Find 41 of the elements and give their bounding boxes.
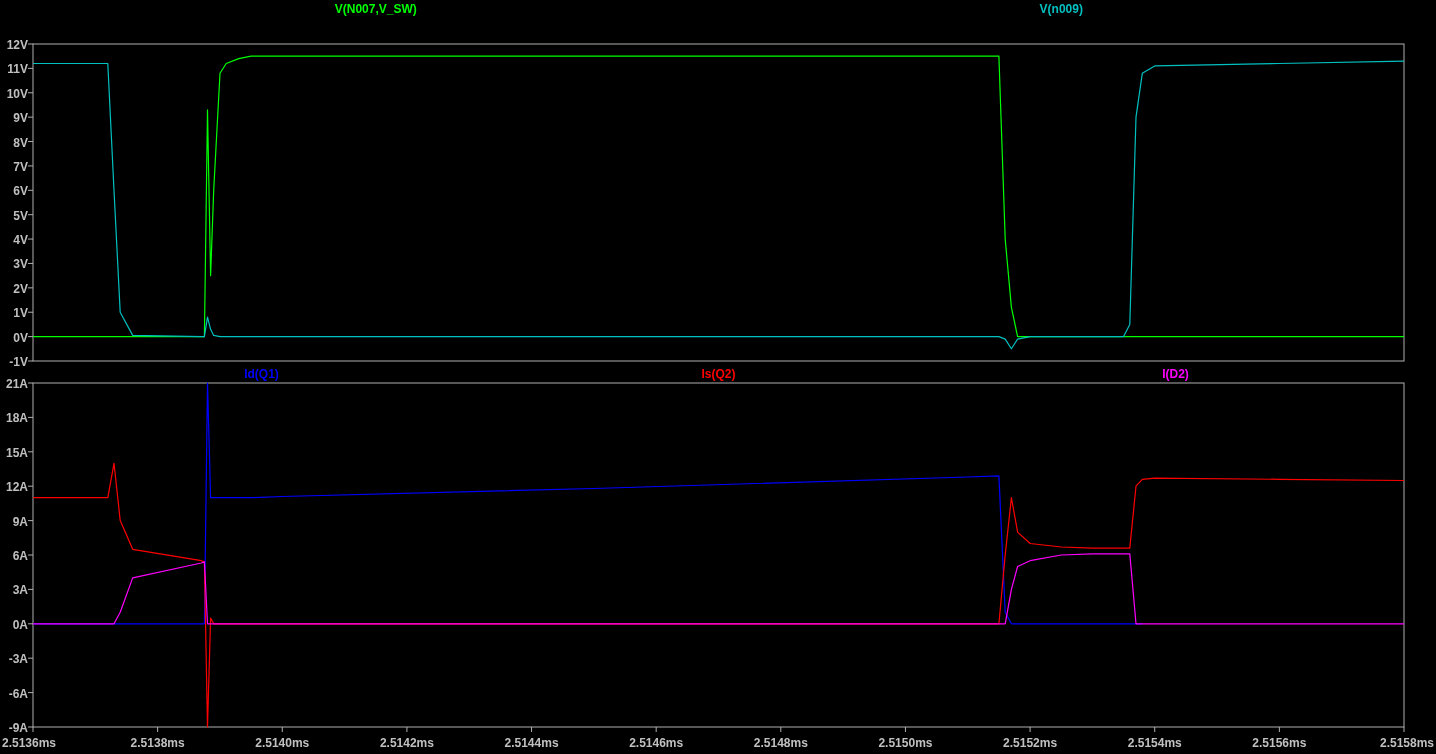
axis-tick-label: 21A xyxy=(6,377,28,391)
axis-tick-label: 6V xyxy=(13,184,28,199)
axis-tick-label: 18A xyxy=(6,411,28,426)
axis-tick-label: 2.5150ms xyxy=(878,736,933,750)
axis-tick-label: 12A xyxy=(6,480,28,495)
axis-tick-label: -9A xyxy=(8,721,28,735)
axis-tick-label: -6A xyxy=(8,686,28,701)
axis-tick-label: 15A xyxy=(6,445,28,460)
trace-label[interactable]: V(N007,V_SW) xyxy=(334,2,417,16)
trace-label[interactable]: V(n009) xyxy=(1039,2,1083,16)
axis-tick-label: 2.5144ms xyxy=(504,736,559,750)
axis-tick-label: 2.5152ms xyxy=(1003,736,1058,750)
axis-tick-label: -3A xyxy=(8,652,28,667)
axis-tick-label: 2.5146ms xyxy=(629,736,684,750)
axis-tick-label: 12V xyxy=(6,38,28,52)
axis-tick-label: 2.5158ms xyxy=(1379,736,1434,750)
axis-tick-label: 11V xyxy=(7,62,28,77)
axis-tick-label: 9A xyxy=(12,514,28,529)
axis-tick-label: 9V xyxy=(13,111,28,126)
axis-tick-label: 2.5142ms xyxy=(379,736,434,750)
axis-tick-label: 2.5140ms xyxy=(255,736,310,750)
axis-tick-label: 7V xyxy=(13,159,28,174)
axis-tick-label: 1V xyxy=(13,306,28,321)
axis-tick-label: 3V xyxy=(13,257,28,272)
axis-tick-label: 2.5154ms xyxy=(1127,736,1182,750)
axis-tick-label: 0V xyxy=(13,330,28,345)
axis-tick-label: 6A xyxy=(12,549,28,563)
axis-tick-label: 10V xyxy=(6,86,28,101)
axis-tick-label: 3A xyxy=(12,583,28,598)
trace-label[interactable]: Is(Q2) xyxy=(701,368,736,381)
axis-tick-label: 8V xyxy=(13,135,28,150)
axis-tick-label: 2V xyxy=(13,281,28,296)
axis-tick-label: -1V xyxy=(9,355,28,368)
axis-tick-label: 2.5148ms xyxy=(753,736,808,750)
axis-tick-label: 0A xyxy=(12,617,28,632)
axis-tick-label: 4V xyxy=(13,233,28,248)
axis-tick-label: 5V xyxy=(13,208,28,223)
axis-tick-label: 2.5138ms xyxy=(130,736,185,750)
axis-tick-label: 2.5156ms xyxy=(1252,736,1307,750)
axis-tick-label: 2.5136ms xyxy=(2,736,57,750)
trace-label[interactable]: I(D2) xyxy=(1162,368,1189,381)
